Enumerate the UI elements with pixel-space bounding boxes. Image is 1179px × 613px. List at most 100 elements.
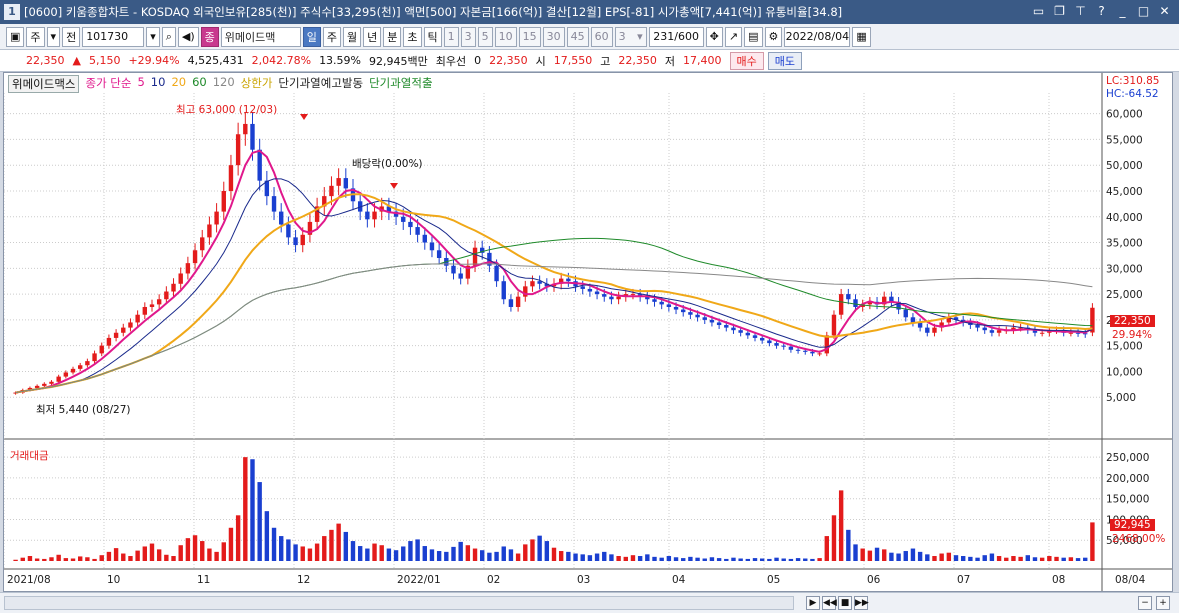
minute-60[interactable]: 60 bbox=[590, 26, 613, 47]
legend-stock-name[interactable]: 위메이드맥스 bbox=[8, 75, 80, 93]
minute-15[interactable]: 15 bbox=[518, 26, 541, 47]
stock-badge: 종 bbox=[200, 26, 219, 47]
chart-area[interactable]: 60,000 55,000 50,000 45,000 40,000 35,000 30,0… bbox=[3, 72, 1173, 592]
maximize-icon[interactable]: □ bbox=[1135, 3, 1152, 20]
rewind-icon[interactable]: ◀◀ bbox=[822, 596, 837, 610]
speaker-icon[interactable]: ◀) bbox=[177, 26, 199, 47]
minute-30[interactable]: 30 bbox=[542, 26, 565, 47]
legend-ma60[interactable]: 60 bbox=[192, 75, 207, 93]
priority-value: 0 bbox=[474, 54, 482, 67]
calendar-icon[interactable]: ▦ bbox=[852, 26, 871, 47]
search-icon[interactable]: ⌕ bbox=[161, 26, 176, 47]
horizontal-scrollbar[interactable] bbox=[4, 596, 794, 610]
candle-body bbox=[286, 224, 291, 238]
stop-icon[interactable]: ■ bbox=[838, 596, 852, 610]
gear-icon[interactable]: ⚙ bbox=[764, 26, 783, 47]
count-select[interactable]: 3 ▾ bbox=[614, 26, 647, 47]
close-icon[interactable]: ✕ bbox=[1156, 3, 1173, 20]
minute-10[interactable]: 10 bbox=[494, 26, 517, 47]
tab-minute[interactable]: 분 bbox=[383, 26, 402, 47]
candle-body bbox=[803, 350, 808, 352]
candle-body bbox=[121, 327, 126, 333]
tab-week[interactable]: 주 bbox=[322, 26, 342, 47]
minimize-window-icon[interactable]: _ bbox=[1114, 3, 1131, 20]
hc-label: HC:-64.52 bbox=[1106, 88, 1159, 100]
current-price-tag: 22,350 bbox=[1110, 315, 1155, 327]
volume-bar bbox=[271, 527, 277, 561]
volume-bar bbox=[551, 547, 557, 561]
count-field[interactable]: 231/600 bbox=[648, 26, 704, 47]
volume-bar bbox=[480, 550, 485, 561]
minimize-icon[interactable]: ▭ bbox=[1030, 3, 1047, 20]
period-week-button[interactable]: 주 bbox=[26, 26, 45, 47]
candle-body bbox=[666, 304, 672, 307]
date-field[interactable]: 2022/08/04 bbox=[784, 26, 851, 47]
legend-signal-warning[interactable]: 단기과열예고발동 bbox=[278, 75, 363, 93]
candle-body bbox=[372, 211, 377, 220]
tab-year[interactable]: 년 bbox=[363, 26, 382, 47]
draw-tool-icon[interactable]: ↗ bbox=[724, 26, 743, 47]
volume-bar bbox=[121, 553, 126, 561]
price-tick-label: 10,000 bbox=[1106, 366, 1143, 378]
play-icon[interactable]: ▶ bbox=[806, 596, 820, 610]
legend-ma120[interactable]: 120 bbox=[213, 75, 235, 93]
candle-body bbox=[738, 330, 743, 333]
buy-button[interactable]: 매수 bbox=[729, 51, 764, 70]
legend-signal-designation[interactable]: 단기과열적출 bbox=[369, 75, 432, 93]
sell-button[interactable]: 매도 bbox=[767, 51, 802, 70]
code-dropdown-icon[interactable]: ▾ bbox=[146, 26, 160, 47]
pin-icon[interactable]: ⊤ bbox=[1072, 3, 1089, 20]
tab-month[interactable]: 월 bbox=[343, 26, 362, 47]
stock-name-field[interactable]: 위메이드맥 bbox=[220, 26, 301, 47]
help-icon[interactable]: ? bbox=[1093, 3, 1110, 20]
restore-icon[interactable]: ❐ bbox=[1051, 3, 1068, 20]
legend-ma20[interactable]: 20 bbox=[171, 75, 186, 93]
volume-bar bbox=[645, 554, 650, 561]
zoom-in-icon[interactable]: + bbox=[1156, 596, 1170, 610]
volume-bar bbox=[408, 541, 413, 561]
tab-second[interactable]: 초 bbox=[403, 26, 422, 47]
date-tick-label: 08 bbox=[1052, 574, 1065, 586]
volume-bar bbox=[1011, 556, 1016, 561]
minute-5[interactable]: 5 bbox=[477, 26, 493, 47]
date-tick-label: 08/04 bbox=[1115, 574, 1146, 586]
layout-icon[interactable]: ▣ bbox=[6, 26, 25, 47]
dropdown-icon[interactable]: ▾ bbox=[46, 26, 61, 47]
volume-bar bbox=[214, 551, 219, 561]
candle-body bbox=[702, 317, 707, 320]
candle-body bbox=[106, 337, 112, 346]
minute-45[interactable]: 45 bbox=[566, 26, 589, 47]
volume-bar bbox=[630, 555, 636, 561]
period-all-button[interactable]: 전 bbox=[62, 26, 81, 47]
legend-ma10[interactable]: 10 bbox=[151, 75, 166, 93]
minute-3[interactable]: 3 bbox=[460, 26, 476, 47]
current-amount-tag: 92,945 bbox=[1110, 519, 1155, 531]
volume-bar bbox=[472, 548, 478, 561]
date-tick-label: 05 bbox=[767, 574, 780, 586]
candle-body bbox=[458, 273, 463, 279]
legend-limit-up[interactable]: 상한가 bbox=[241, 75, 273, 93]
volume-bar bbox=[759, 558, 765, 561]
candle-body bbox=[616, 296, 621, 300]
price-volume-chart[interactable]: 60,00055,00050,00045,00040,00035,00030,0… bbox=[3, 73, 1172, 591]
volume-bar bbox=[465, 545, 471, 561]
save-icon[interactable]: ▤ bbox=[744, 26, 763, 47]
zoom-out-icon[interactable]: − bbox=[1138, 596, 1152, 610]
volume-bar bbox=[896, 553, 901, 561]
candle-body bbox=[49, 381, 54, 384]
forward-icon[interactable]: ▶▶ bbox=[854, 596, 869, 610]
crosshair-icon[interactable]: ✥ bbox=[705, 26, 723, 47]
minute-1[interactable]: 1 bbox=[443, 26, 459, 47]
candle-body bbox=[709, 319, 715, 323]
stock-code-input[interactable]: 101730 bbox=[82, 26, 145, 47]
candle-body bbox=[271, 196, 277, 212]
volume-bar bbox=[128, 556, 133, 561]
legend-ma5[interactable]: 5 bbox=[137, 75, 144, 93]
candle-body bbox=[336, 178, 341, 186]
candle-body bbox=[523, 286, 528, 297]
date-tick-label: 2021/08 bbox=[7, 574, 51, 586]
legend-ma-label[interactable]: 종가 단순 bbox=[85, 75, 131, 93]
tab-day[interactable]: 일 bbox=[302, 26, 321, 47]
current-amount-pct-tag: 2468.00% bbox=[1112, 533, 1166, 545]
tab-tick[interactable]: 틱 bbox=[423, 26, 442, 47]
